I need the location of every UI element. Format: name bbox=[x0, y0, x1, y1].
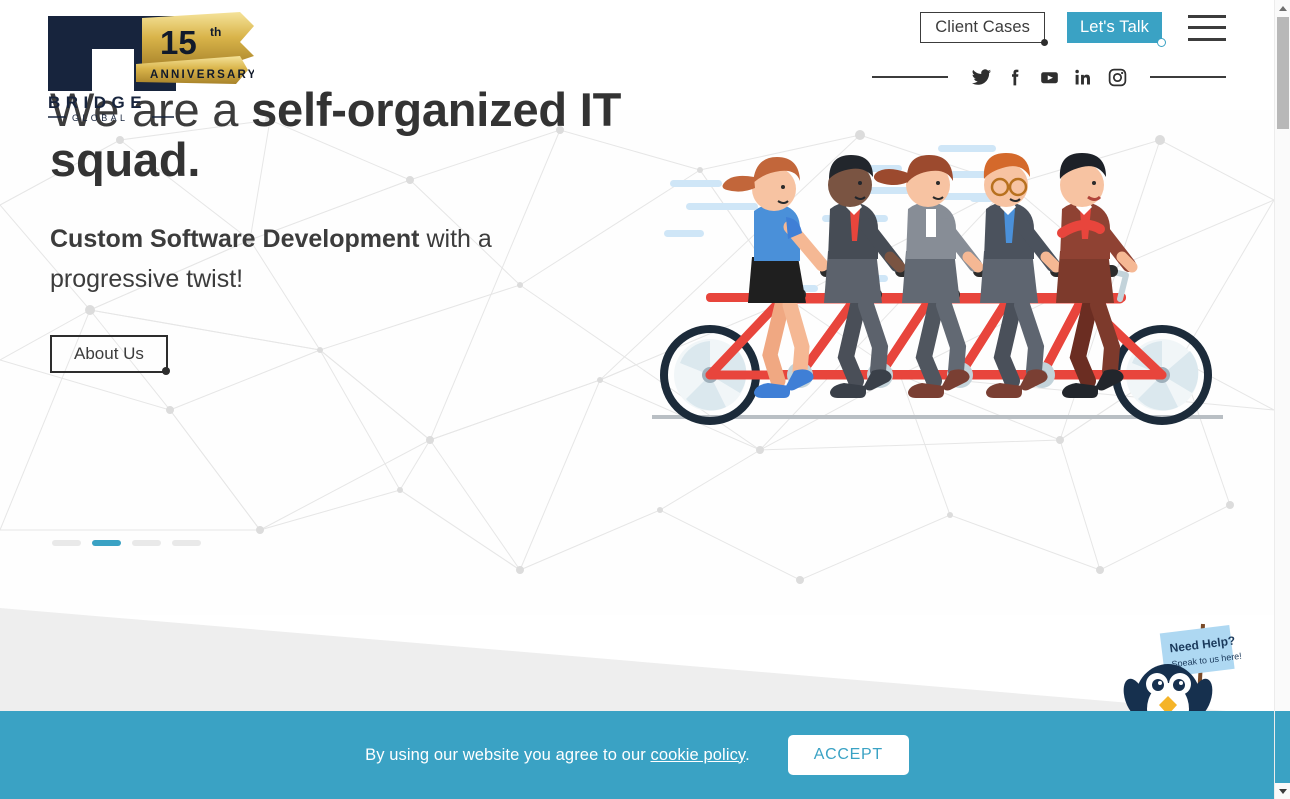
social-icons bbox=[948, 66, 1150, 88]
slider-bar-4[interactable] bbox=[172, 540, 201, 546]
cookie-message: By using our website you agree to our co… bbox=[365, 746, 750, 765]
header-actions: Client Cases Let's Talk bbox=[920, 12, 1226, 47]
client-cases-label: Client Cases bbox=[935, 18, 1031, 36]
bridge-global-wordmark: BRIDGE GLOBAL bbox=[48, 93, 174, 122]
about-us-button[interactable]: About Us bbox=[50, 334, 170, 375]
site-header: 15 th ANNIVERSARY BRIDGE GLOBAL Client C… bbox=[0, 0, 1274, 122]
anniversary-label: ANNIVERSARY bbox=[150, 69, 254, 81]
divider-line-left bbox=[872, 76, 948, 78]
corner-dot-decoration bbox=[1157, 38, 1166, 47]
lets-talk-button[interactable]: Let's Talk bbox=[1067, 12, 1166, 47]
anniversary-number: 15 bbox=[160, 24, 197, 61]
lets-talk-label: Let's Talk bbox=[1080, 18, 1149, 36]
hamburger-bar-1 bbox=[1188, 14, 1226, 18]
slider-bar-2[interactable] bbox=[92, 540, 121, 546]
scroll-down-arrow-icon[interactable] bbox=[1275, 783, 1290, 799]
hero-subtitle: Custom Software Development with a progr… bbox=[50, 219, 580, 299]
accept-cookies-button[interactable]: ACCEPT bbox=[787, 735, 909, 775]
linkedin-icon[interactable] bbox=[1072, 66, 1094, 88]
divider-line-right bbox=[1150, 76, 1226, 78]
twitter-icon[interactable] bbox=[970, 66, 992, 88]
cookie-policy-link[interactable]: cookie policy bbox=[651, 746, 746, 764]
instagram-icon[interactable] bbox=[1106, 66, 1128, 88]
hamburger-bar-2 bbox=[1188, 26, 1226, 29]
hamburger-bar-3 bbox=[1188, 37, 1226, 41]
browser-viewport: We are a self-organized IT squad. Custom… bbox=[0, 0, 1290, 799]
page-content: We are a self-organized IT squad. Custom… bbox=[0, 0, 1274, 799]
chat-widget-penguin[interactable]: Need Help? Speak to us here! bbox=[1120, 612, 1250, 722]
hero-copy: We are a self-organized IT squad. Custom… bbox=[50, 85, 670, 375]
cookie-text-after: . bbox=[745, 745, 750, 764]
hero-illustration-tandem-bicycle bbox=[650, 125, 1225, 450]
cookie-text-before: By using our website you agree to our bbox=[365, 745, 651, 764]
brand-subname: GLOBAL bbox=[72, 113, 128, 122]
cookie-consent-bar: By using our website you agree to our co… bbox=[0, 711, 1274, 799]
scrollbar-thumb[interactable] bbox=[1277, 17, 1289, 129]
scrollbar-track-accent bbox=[1275, 711, 1290, 783]
slider-pagination[interactable] bbox=[52, 540, 201, 546]
slider-bar-1[interactable] bbox=[52, 540, 81, 546]
slider-bar-3[interactable] bbox=[132, 540, 161, 546]
subline-bold: Custom Software Development bbox=[50, 224, 420, 253]
site-logo[interactable]: 15 th ANNIVERSARY BRIDGE GLOBAL bbox=[48, 8, 254, 122]
corner-dot-decoration bbox=[161, 366, 170, 375]
anniversary-badge-icon: 15 th ANNIVERSARY bbox=[136, 12, 254, 84]
youtube-icon[interactable] bbox=[1038, 66, 1060, 88]
social-links-row bbox=[872, 66, 1226, 88]
scroll-up-arrow-icon[interactable] bbox=[1275, 0, 1290, 16]
about-us-label: About Us bbox=[74, 343, 144, 363]
facebook-icon[interactable] bbox=[1004, 66, 1026, 88]
anniversary-ordinal: th bbox=[210, 25, 221, 39]
brand-name: BRIDGE bbox=[48, 93, 147, 112]
vertical-scrollbar[interactable] bbox=[1274, 0, 1290, 799]
corner-dot-decoration bbox=[1041, 39, 1049, 46]
hamburger-menu-icon[interactable] bbox=[1188, 14, 1226, 41]
client-cases-button[interactable]: Client Cases bbox=[920, 12, 1049, 46]
